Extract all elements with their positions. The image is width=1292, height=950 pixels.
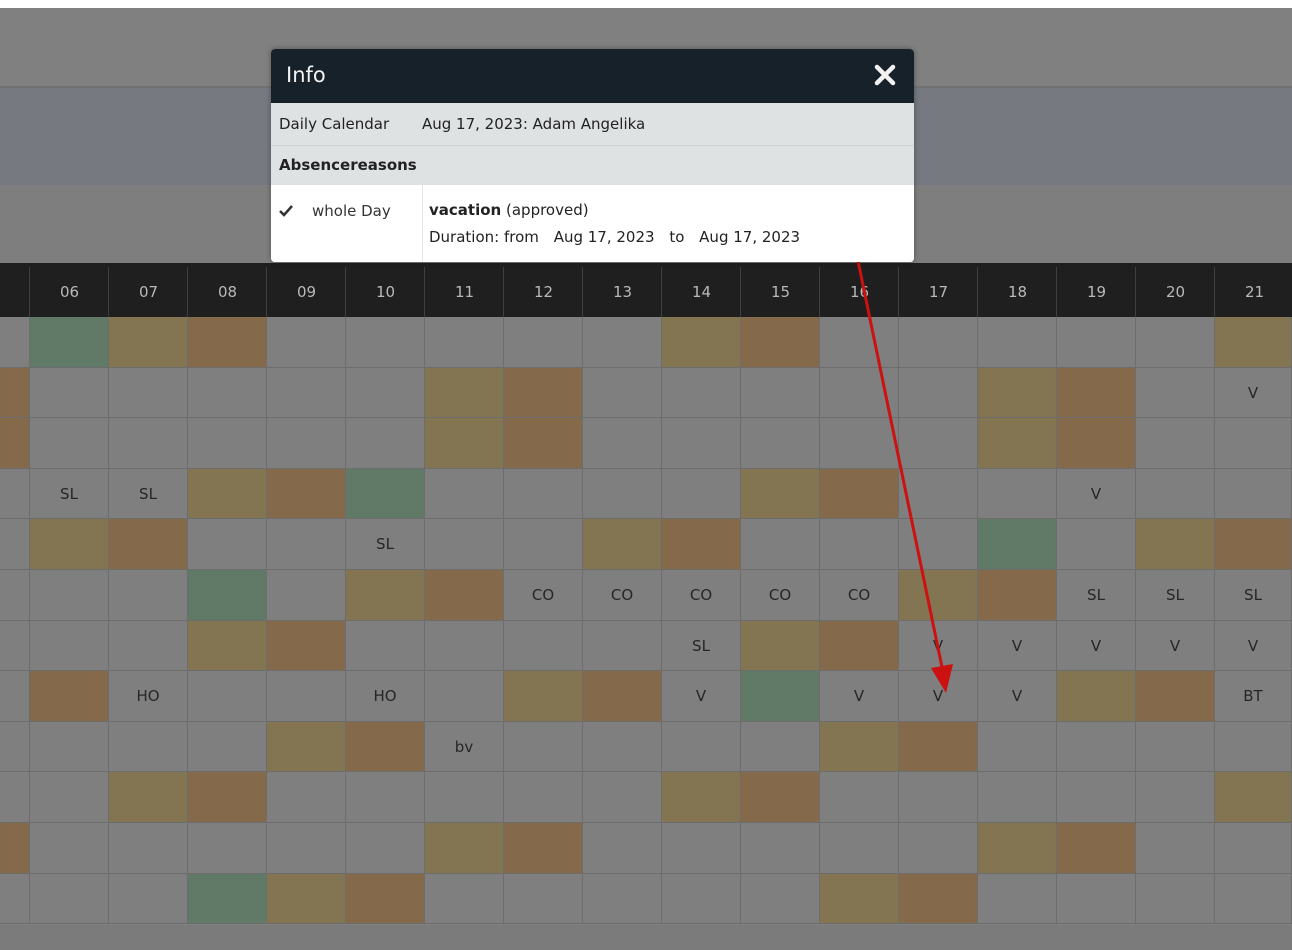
reason-status: (approved) xyxy=(506,201,589,219)
section-header-row: Absencereasons xyxy=(271,146,914,185)
scope-label: whole Day xyxy=(312,202,391,220)
calendar-info-row: Daily Calendar Aug 17, 2023: Adam Angeli… xyxy=(271,103,914,146)
to-label: to xyxy=(669,228,685,246)
duration-label: Duration: xyxy=(429,228,500,246)
dialog-title: Info xyxy=(286,63,326,87)
dialog-title-bar: Info xyxy=(271,49,914,103)
from-date: Aug 17, 2023 xyxy=(553,228,655,246)
column-divider xyxy=(422,185,423,262)
info-dialog: Info Daily Calendar Aug 17, 2023: Adam A… xyxy=(271,49,914,262)
calendar-info: Aug 17, 2023: Adam Angelika xyxy=(422,115,646,133)
close-icon[interactable] xyxy=(874,64,896,86)
from-label: from xyxy=(503,228,539,246)
absence-reason-row: whole Day vacation (approved) Duration: … xyxy=(271,185,914,262)
check-icon xyxy=(279,205,293,217)
reason-name: vacation xyxy=(429,201,502,219)
section-heading: Absencereasons xyxy=(279,156,417,174)
to-date: Aug 17, 2023 xyxy=(699,228,801,246)
calendar-label: Daily Calendar xyxy=(279,115,390,133)
